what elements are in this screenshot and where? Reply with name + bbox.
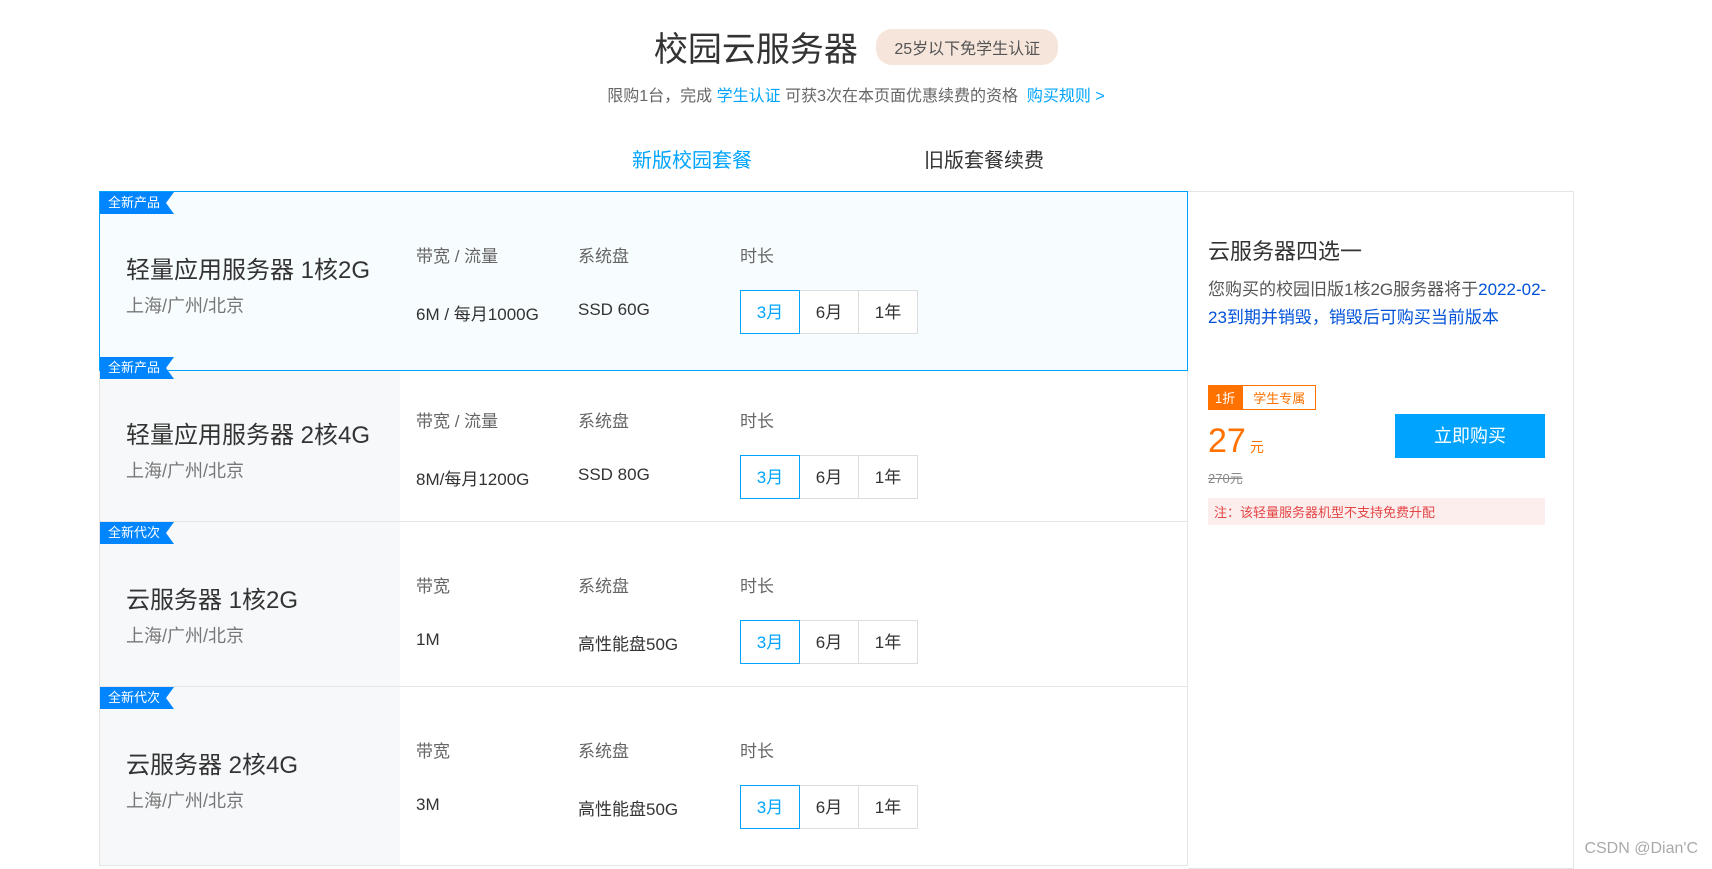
watermark: CSDN @Dian'C <box>1584 840 1698 857</box>
plan-region: 上海/广州/北京 <box>126 626 245 646</box>
duration-label: 时长 <box>740 577 774 596</box>
plan-ribbon: 全新代次 <box>100 522 174 544</box>
bandwidth-label: 带宽 <box>416 742 450 761</box>
plan-name: 轻量应用服务器 1核2G <box>126 257 371 284</box>
plan-ribbon: 全新产品 <box>100 357 174 379</box>
duration-option-6m[interactable]: 6月 <box>799 455 859 499</box>
bandwidth-value: 6M / 每月1000G <box>416 305 539 324</box>
plan-card[interactable]: 全新产品 轻量应用服务器 1核2G 上海/广州/北京 带宽 / 流量 6M / … <box>99 191 1188 371</box>
bandwidth-value: 1M <box>416 630 440 649</box>
duration-option-6m[interactable]: 6月 <box>799 620 859 664</box>
disk-label: 系统盘 <box>578 247 629 266</box>
student-auth-link[interactable]: 学生认证 <box>717 88 781 105</box>
disk-value: 高性能盘50G <box>578 635 679 654</box>
plan-region: 上海/广州/北京 <box>126 461 245 481</box>
duration-option-3m[interactable]: 3月 <box>740 455 800 499</box>
plan-region: 上海/广州/北京 <box>126 791 245 811</box>
plan-name: 轻量应用服务器 2核4G <box>126 422 371 449</box>
bandwidth-label: 带宽 <box>416 577 450 596</box>
duration-option-3m[interactable]: 3月 <box>740 290 800 334</box>
plan-region: 上海/广州/北京 <box>126 296 245 316</box>
duration-option-1y[interactable]: 1年 <box>858 620 918 664</box>
summary-title: 云服务器四选一 <box>1208 239 1363 264</box>
plan-card[interactable]: 全新代次 云服务器 2核4G 上海/广州/北京 带宽 3M 系统盘 高性能盘50… <box>99 686 1188 866</box>
order-summary-panel: 云服务器四选一 您购买的校园旧版1核2G服务器将于2022-02-23到期并销毁… <box>1188 191 1574 869</box>
duration-selector: 3月 6月 1年 <box>740 455 918 499</box>
page-title: 校园云服务器 <box>653 31 858 69</box>
discount-tag: 1折 <box>1208 385 1243 410</box>
summary-desc-text: 您购买的校园旧版1核2G服务器将于 <box>1208 280 1479 299</box>
plan-ribbon: 全新代次 <box>100 687 174 709</box>
tab-bar: 新版校园套餐 旧版套餐续费 <box>0 144 1712 174</box>
plan-ribbon: 全新产品 <box>100 192 174 214</box>
header: 校园云服务器 25岁以下免学生认证 <box>0 22 1712 71</box>
student-exclusive-tag: 学生专属 <box>1242 385 1317 410</box>
disk-value: SSD 60G <box>578 300 650 319</box>
buy-now-button[interactable]: 立即购买 <box>1395 414 1545 458</box>
upgrade-note: 注：该轻量服务器机型不支持免费升配 <box>1208 498 1545 525</box>
duration-option-3m[interactable]: 3月 <box>740 785 800 829</box>
duration-selector: 3月 6月 1年 <box>740 620 918 664</box>
subtitle-text: 限购1台，完成 <box>607 88 713 105</box>
disk-value: SSD 80G <box>578 465 650 484</box>
bandwidth-label: 带宽 / 流量 <box>416 247 499 266</box>
bandwidth-value: 3M <box>416 795 440 814</box>
price-unit: 元 <box>1249 439 1264 455</box>
duration-option-6m[interactable]: 6月 <box>799 290 859 334</box>
tab-new-campus[interactable]: 新版校园套餐 <box>632 144 752 173</box>
price-amount: 27 <box>1208 422 1246 460</box>
summary-description: 您购买的校园旧版1核2G服务器将于2022-02-23到期并销毁，销毁后可购买当… <box>1208 276 1548 332</box>
duration-selector: 3月 6月 1年 <box>740 785 918 829</box>
duration-option-1y[interactable]: 1年 <box>858 785 918 829</box>
subtitle-text-2: 可获3次在本页面优惠续费的资格 <box>785 88 1019 105</box>
tab-old-renewal[interactable]: 旧版套餐续费 <box>924 144 1044 173</box>
subtitle: 限购1台，完成 学生认证 可获3次在本页面优惠续费的资格 购买规则 > <box>0 82 1712 106</box>
plan-name: 云服务器 2核4G <box>126 752 299 779</box>
duration-label: 时长 <box>740 412 774 431</box>
original-price: 270元 <box>1208 471 1243 486</box>
purchase-rules-link[interactable]: 购买规则 > <box>1027 88 1105 105</box>
duration-selector: 3月 6月 1年 <box>740 290 918 334</box>
plan-card[interactable]: 全新产品 轻量应用服务器 2核4G 上海/广州/北京 带宽 / 流量 8M/每月… <box>99 356 1188 536</box>
duration-option-1y[interactable]: 1年 <box>858 290 918 334</box>
duration-option-6m[interactable]: 6月 <box>799 785 859 829</box>
plan-name: 云服务器 1核2G <box>126 587 299 614</box>
disk-value: 高性能盘50G <box>578 800 679 819</box>
bandwidth-label: 带宽 / 流量 <box>416 412 499 431</box>
duration-option-3m[interactable]: 3月 <box>740 620 800 664</box>
duration-label: 时长 <box>740 247 774 266</box>
bandwidth-value: 8M/每月1200G <box>416 470 530 489</box>
student-badge: 25岁以下免学生认证 <box>876 28 1059 65</box>
discount-tags: 1折 学生专属 <box>1208 385 1317 410</box>
plan-card[interactable]: 全新代次 云服务器 1核2G 上海/广州/北京 带宽 1M 系统盘 高性能盘50… <box>99 521 1188 701</box>
duration-label: 时长 <box>740 742 774 761</box>
price: 27 元 <box>1208 422 1264 461</box>
disk-label: 系统盘 <box>578 412 629 431</box>
disk-label: 系统盘 <box>578 742 629 761</box>
disk-label: 系统盘 <box>578 577 629 596</box>
duration-option-1y[interactable]: 1年 <box>858 455 918 499</box>
